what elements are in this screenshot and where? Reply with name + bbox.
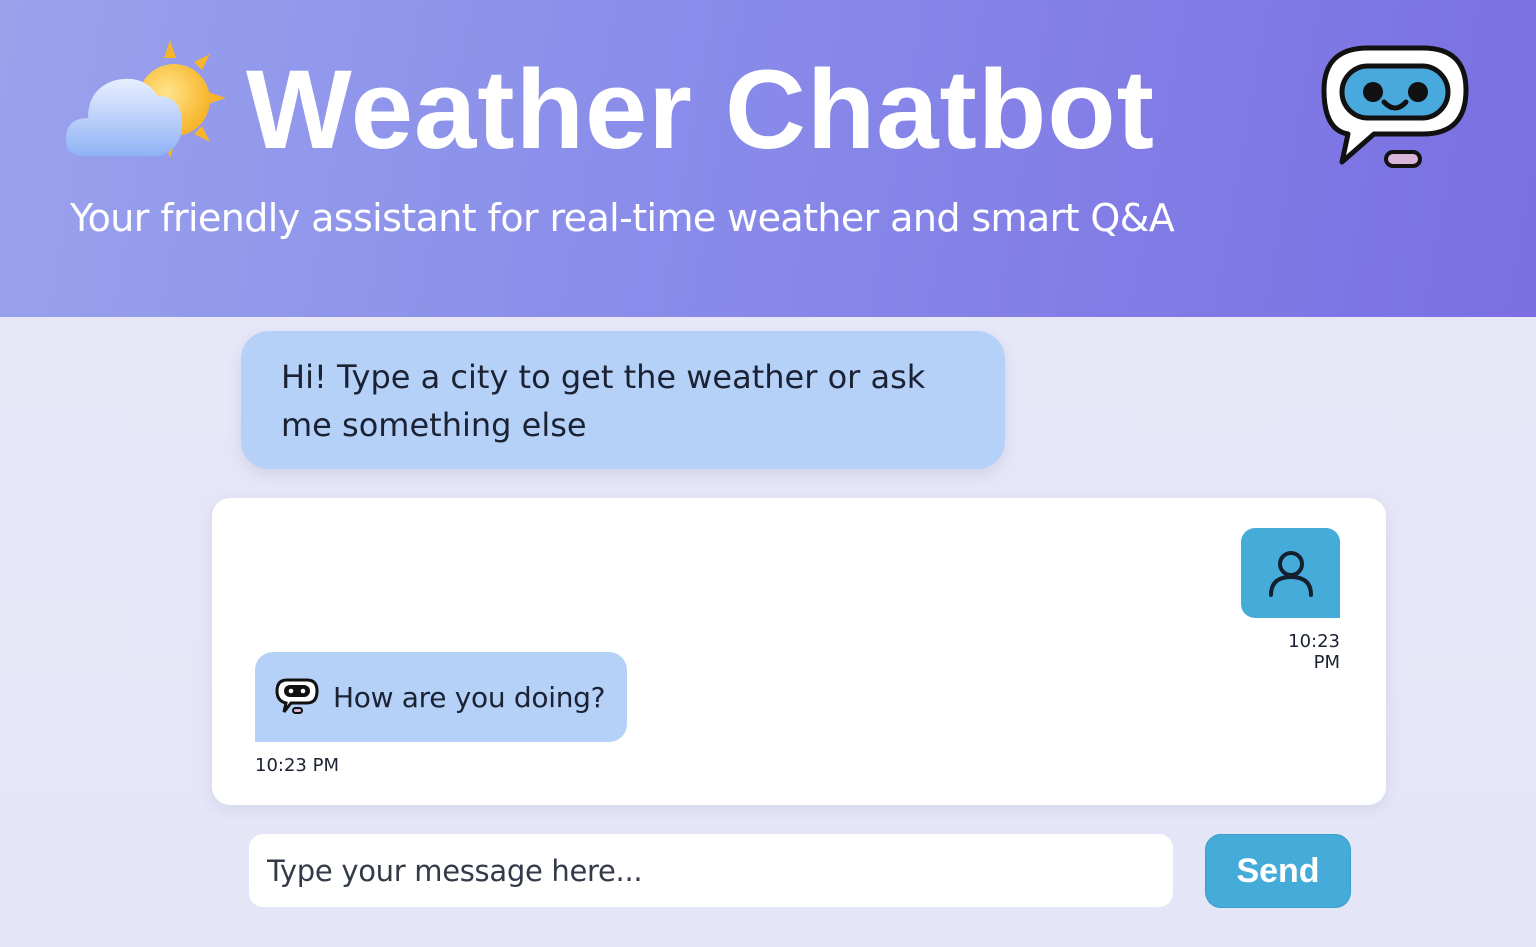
robot-chat-icon xyxy=(1321,45,1469,168)
message-timestamp: 10:23 PM xyxy=(255,755,339,776)
robot-icon xyxy=(275,678,319,714)
bot-message-text: How are you doing? xyxy=(333,680,606,714)
page-subtitle: Your friendly assistant for real-time we… xyxy=(70,196,1175,240)
header: Weather Chatbot Your friendly assistant … xyxy=(0,0,1536,317)
bot-message: How are you doing? xyxy=(255,652,627,742)
send-button[interactable]: Send xyxy=(1205,834,1351,908)
user-icon xyxy=(1268,551,1313,597)
user-avatar xyxy=(1241,528,1340,618)
message-timestamp: 10:23 PM xyxy=(1288,631,1340,673)
message-input[interactable] xyxy=(249,834,1173,907)
cloud-sun-icon xyxy=(65,40,226,158)
greeting-message: Hi! Type a city to get the weather or as… xyxy=(241,331,1005,469)
page-title: Weather Chatbot xyxy=(246,47,1155,172)
chat-panel[interactable]: 10:23 PM How are you doing? 10:23 PM xyxy=(212,498,1386,805)
